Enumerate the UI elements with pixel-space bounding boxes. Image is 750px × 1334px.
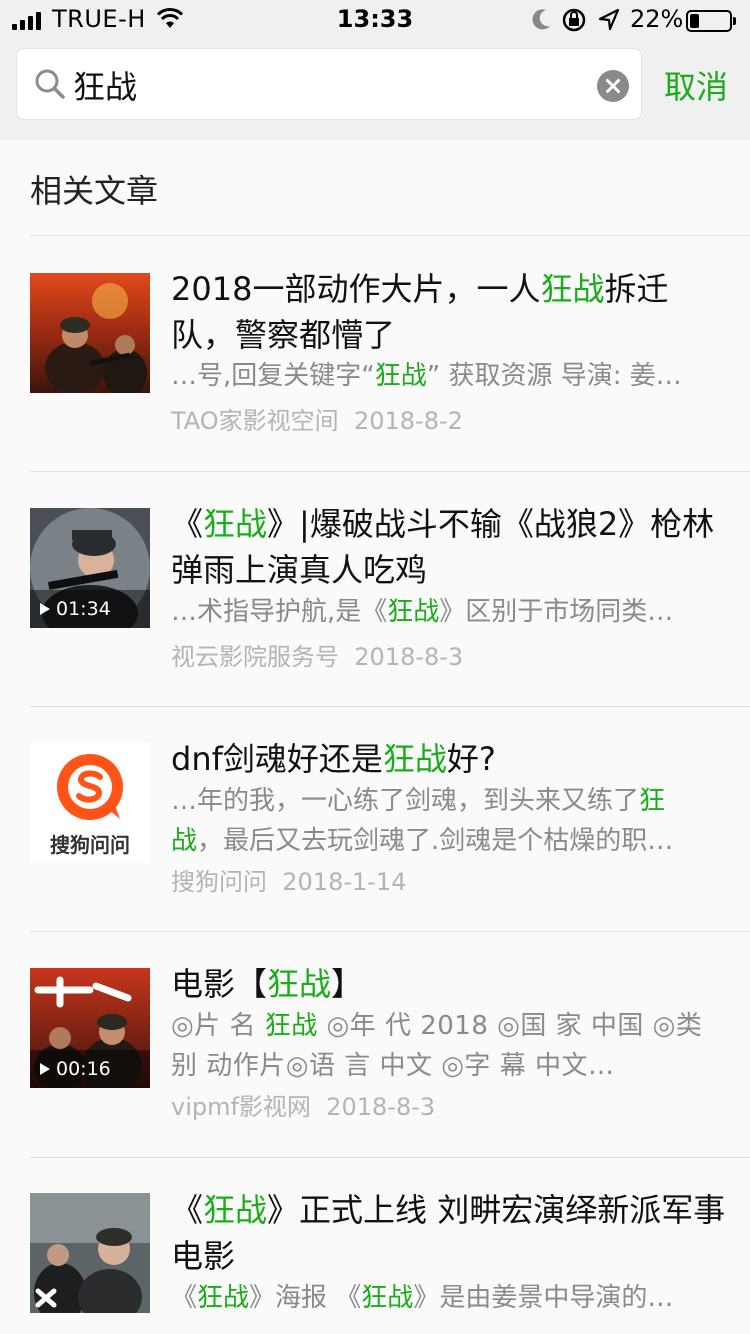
article-source: 搜狗问问 <box>171 868 267 896</box>
article-thumbnail: 00:16 <box>30 968 150 1088</box>
status-icons <box>532 8 620 32</box>
article-title: 2018一部动作大片，一人狂战拆迁队，警察都懵了 <box>171 270 669 354</box>
section-title: 相关文章 <box>30 172 159 210</box>
article-meta: 搜狗问问 2018-1-14 <box>171 864 406 900</box>
article-thumbnail: 01:34 <box>30 508 150 628</box>
article-thumbnail <box>30 273 150 393</box>
close-icon <box>606 79 620 93</box>
article-snippet: …号,回复关键字“狂战” 获取资源 导演: 姜… <box>171 361 682 391</box>
article-meta: 视云影院服务号 2018-8-3 <box>171 639 463 675</box>
battery-percent: 22% <box>630 5 684 33</box>
article-date: 2018-8-2 <box>353 407 463 435</box>
article-meta: vipmf影视网 2018-8-3 <box>171 1089 435 1125</box>
article-source: 视云影院服务号 <box>171 643 339 671</box>
location-icon <box>598 8 620 31</box>
article-source: vipmf影视网 <box>171 1093 311 1121</box>
article-thumbnail <box>30 1193 150 1313</box>
play-icon <box>40 603 50 615</box>
article-date: 2018-8-3 <box>326 1093 436 1121</box>
article-source: TAO家影视空间 <box>171 407 339 435</box>
play-icon <box>40 1063 50 1075</box>
battery-icon <box>686 10 736 32</box>
article-snippet: ◎片 名 狂战 ◎年 代 2018 ◎国 家 中国 ◎类 别 动作片◎语 言 中… <box>171 1011 703 1081</box>
article-title: dnf剑魂好还是狂战好? <box>171 740 496 778</box>
video-duration-badge: 00:16 <box>30 1050 150 1088</box>
article-snippet: …年的我，一心练了剑魂，到头来又练了狂战，最后又去玩剑魂了.剑魂是个枯燥的职… <box>171 786 674 856</box>
moon-icon <box>532 9 550 30</box>
search-bar: 取消 <box>0 40 750 140</box>
article-item[interactable]: 2018一部动作大片，一人狂战拆迁队，警察都懵了 …号,回复关键字“狂战” 获取… <box>0 236 750 471</box>
article-thumbnail: 搜狗问问 <box>30 743 150 863</box>
article-item[interactable]: 01:34 《狂战》|爆破战斗不输《战狼2》枪林弹雨上演真人吃鸡 …术指导护航,… <box>0 472 750 706</box>
logo-text: 搜狗问问 <box>50 833 130 857</box>
clear-search-button[interactable] <box>597 70 629 102</box>
article-title: 电影【狂战】 <box>171 965 364 1003</box>
rotation-lock-icon <box>562 8 586 32</box>
sogou-logo <box>57 754 123 820</box>
article-meta: TAO家影视空间 2018-8-2 <box>171 403 463 439</box>
article-snippet: …术指导护航,是《狂战》区别于市场同类… <box>171 597 674 627</box>
article-date: 2018-8-3 <box>354 643 464 671</box>
search-icon <box>35 69 65 99</box>
article-item[interactable]: 00:16 电影【狂战】 ◎片 名 狂战 ◎年 代 2018 ◎国 家 中国 ◎… <box>0 932 750 1157</box>
cancel-button[interactable]: 取消 <box>664 62 728 108</box>
search-input[interactable] <box>73 59 593 111</box>
search-box[interactable] <box>16 48 642 120</box>
status-bar: TRUE-H 13:33 22% <box>0 0 750 40</box>
article-item[interactable]: 《狂战》正式上线 刘畊宏演绎新派军事电影 《狂战》海报 《狂战》是由姜景中导演的… <box>0 1158 750 1334</box>
article-item[interactable]: 搜狗问问 dnf剑魂好还是狂战好? …年的我，一心练了剑魂，到头来又练了狂战，最… <box>0 707 750 931</box>
article-snippet: 《狂战》海报 《狂战》是由姜景中导演的… <box>171 1283 674 1313</box>
article-date: 2018-1-14 <box>282 868 407 896</box>
article-title: 《狂战》|爆破战斗不输《战狼2》枪林弹雨上演真人吃鸡 <box>171 505 715 589</box>
article-title: 《狂战》正式上线 刘畊宏演绎新派军事电影 <box>171 1191 726 1275</box>
video-duration-badge: 01:34 <box>30 590 150 628</box>
